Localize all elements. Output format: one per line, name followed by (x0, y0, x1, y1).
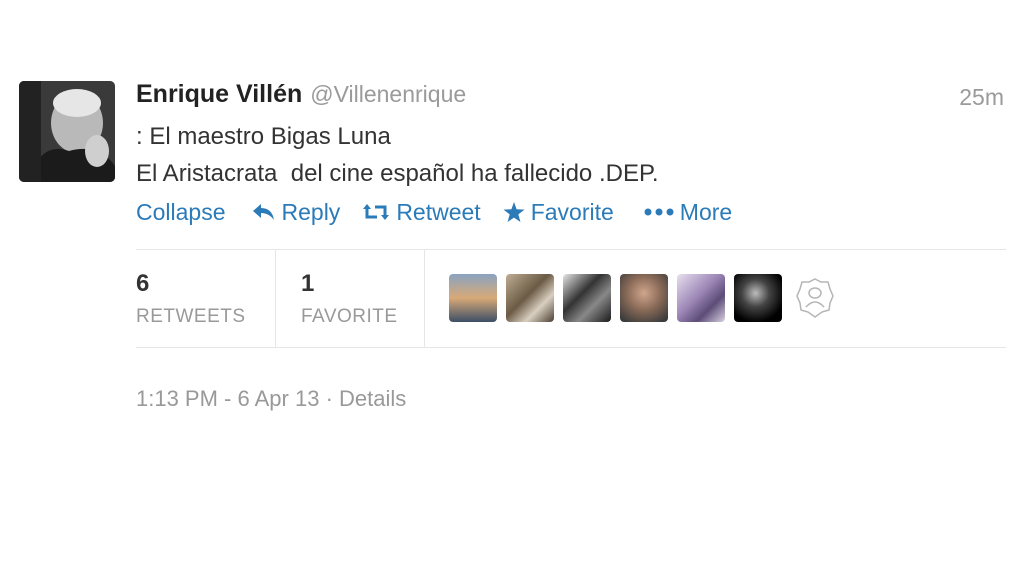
favorites-stat[interactable]: 1 FAVORITE (301, 250, 421, 347)
retweet-button[interactable]: Retweet (362, 198, 481, 226)
retweets-stat[interactable]: 6 RETWEETS (136, 250, 276, 347)
star-icon (503, 201, 525, 223)
tweet-text-line: El Aristacrata del cine español ha falle… (136, 160, 659, 187)
retweeter-avatar[interactable] (620, 274, 668, 322)
tweet-stats: 6 RETWEETS 1 FAVORITE (136, 250, 1006, 347)
tweet-footer: 1:13 PM - 6 Apr 13 · Details (136, 386, 406, 412)
favorites-count: 1 (301, 270, 315, 297)
tweet-text-line: : El maestro Bigas Luna (136, 123, 391, 150)
author-username[interactable]: @Villenenrique (310, 81, 466, 108)
tweet-header: Enrique Villén @Villenenrique (136, 80, 466, 114)
footer-separator: · (325, 386, 333, 411)
retweets-label: RETWEETS (136, 306, 246, 327)
author-fullname[interactable]: Enrique Villén (136, 80, 302, 109)
tweet-timestamp-relative[interactable]: 25m (959, 84, 1004, 111)
details-link[interactable]: Details (339, 386, 406, 411)
retweeter-avatar[interactable] (734, 274, 782, 322)
retweet-label: Retweet (396, 198, 481, 225)
collapse-button[interactable]: Collapse (136, 199, 226, 226)
ellipsis-icon (644, 208, 674, 216)
stats-divider (424, 250, 425, 347)
reply-label: Reply (281, 198, 341, 225)
retweeter-avatar[interactable] (563, 274, 611, 322)
more-button[interactable]: More (644, 199, 732, 226)
stats-divider (275, 250, 276, 347)
author-avatar[interactable] (19, 81, 115, 182)
favorite-button[interactable]: Favorite (503, 199, 614, 226)
retweet-icon (362, 203, 390, 221)
retweets-count: 6 (136, 270, 150, 297)
tweet-text: : El maestro Bigas Luna El Aristacrata d… (136, 118, 659, 192)
more-faces-icon[interactable] (791, 274, 839, 322)
reply-button[interactable]: Reply (252, 198, 341, 226)
stats-bottom-divider (136, 347, 1006, 348)
retweeter-avatar[interactable] (449, 274, 497, 322)
collapse-label: Collapse (136, 198, 226, 225)
retweeter-avatars (449, 274, 839, 322)
reply-arrow-icon (252, 203, 276, 221)
tweet-actions: Collapse Reply Retweet Favorite More (136, 196, 732, 228)
tweet-expanded: Enrique Villén @Villenenrique 25m : El m… (0, 0, 1024, 576)
retweeter-avatar[interactable] (677, 274, 725, 322)
favorite-label: Favorite (530, 198, 614, 225)
tweet-timestamp[interactable]: 1:13 PM - 6 Apr 13 (136, 386, 319, 411)
favorites-label: FAVORITE (301, 306, 398, 327)
more-label: More (679, 198, 733, 225)
retweeter-avatar[interactable] (506, 274, 554, 322)
